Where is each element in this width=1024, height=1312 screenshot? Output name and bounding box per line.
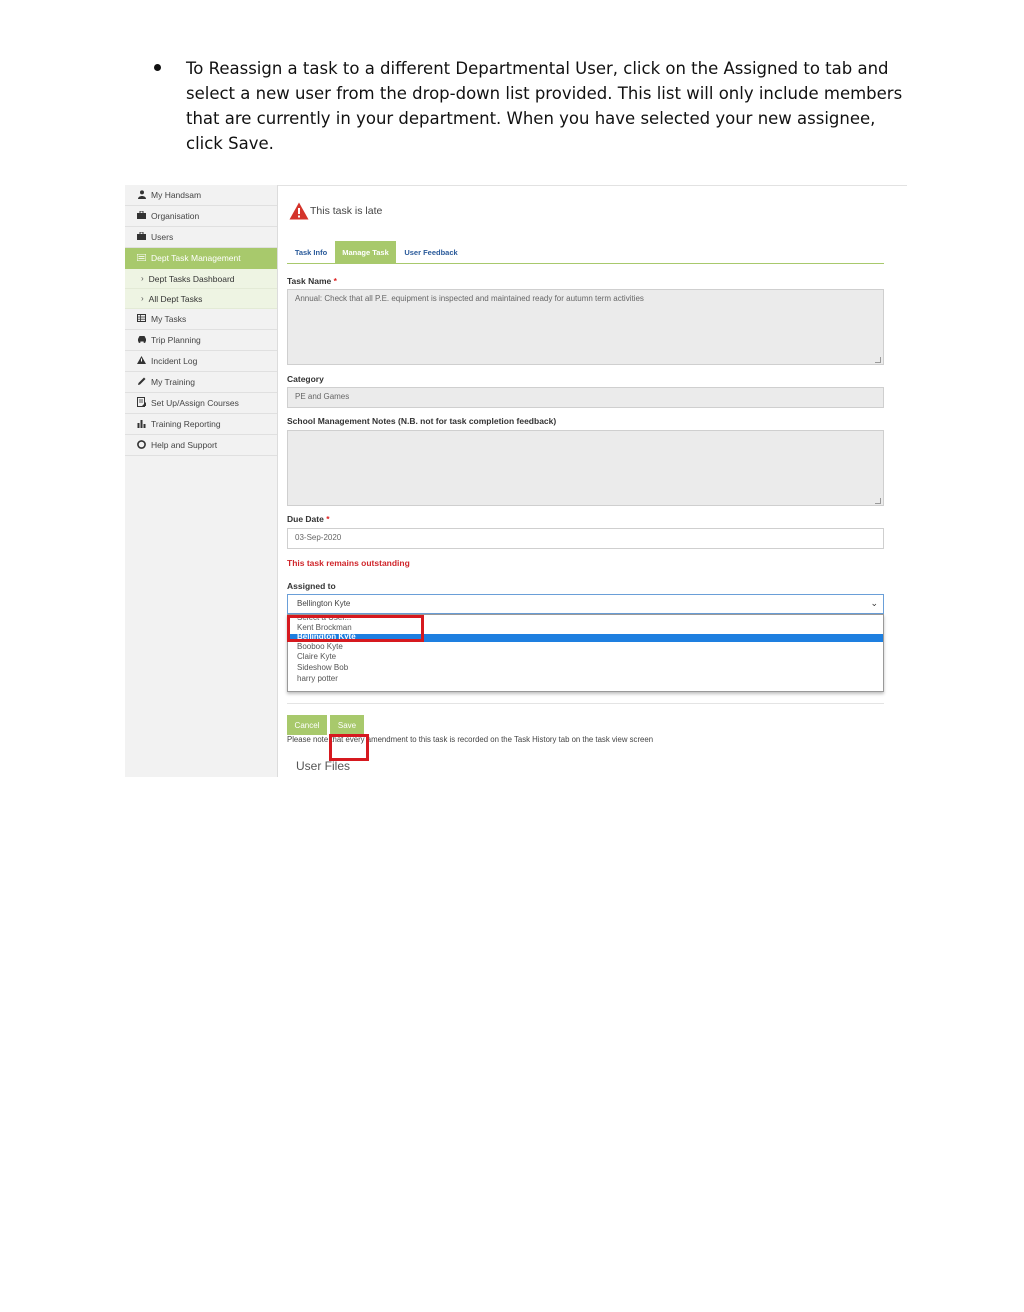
- sidebar-item-label: My Handsam: [151, 190, 202, 200]
- cancel-button[interactable]: Cancel: [287, 715, 327, 735]
- category-value: PE and Games: [295, 392, 350, 401]
- task-name-field[interactable]: Annual: Check that all P.E. equipment is…: [287, 289, 884, 365]
- sidebar-subitem-label: Dept Tasks Dashboard: [148, 273, 235, 284]
- list-icon: [136, 253, 147, 263]
- task-name-label: Task Name *: [287, 276, 337, 286]
- required-asterisk: *: [333, 276, 337, 286]
- save-button[interactable]: Save: [330, 715, 364, 735]
- instruction-bullet: To Reassign a task to a different Depart…: [150, 56, 910, 156]
- sidebar-item-help-and-support[interactable]: Help and Support: [125, 435, 277, 456]
- sidebar-subitem-all-dept-tasks[interactable]: › All Dept Tasks: [125, 289, 277, 309]
- late-alert-text: This task is late: [310, 205, 383, 217]
- sidebar-item-incident-log[interactable]: Incident Log: [125, 351, 277, 372]
- late-alert: This task is late: [289, 202, 382, 220]
- sidebar-item-label: Dept Task Management: [151, 253, 241, 263]
- sidebar-subitem-label: All Dept Tasks: [148, 293, 203, 304]
- sidebar-item-my-tasks[interactable]: My Tasks: [125, 309, 277, 330]
- bar-chart-icon: [136, 419, 147, 430]
- required-asterisk: *: [326, 514, 330, 524]
- sidebar-item-label: Help and Support: [151, 440, 218, 450]
- assigned-to-value: Bellington Kyte: [297, 599, 351, 608]
- briefcase-icon: [136, 210, 147, 221]
- sidebar-item-training-reporting[interactable]: Training Reporting: [125, 414, 277, 435]
- sidebar-item-my-training[interactable]: My Training: [125, 372, 277, 393]
- sidebar-item-label: My Training: [151, 377, 195, 387]
- notes-field[interactable]: [287, 430, 884, 506]
- bullet-point: [154, 64, 161, 71]
- tab-task-info[interactable]: Task Info: [287, 241, 335, 263]
- warning-icon: [136, 356, 147, 366]
- car-icon: [136, 335, 147, 345]
- category-field[interactable]: PE and Games: [287, 387, 884, 408]
- pencil-icon: [136, 377, 147, 388]
- user-icon: [136, 189, 147, 201]
- notes-label: School Management Notes (N.B. not for ta…: [287, 416, 557, 426]
- user-files-heading: User Files: [296, 759, 351, 773]
- task-name-value: Annual: Check that all P.E. equipment is…: [295, 294, 644, 303]
- chevron-right-icon: ›: [141, 294, 144, 303]
- due-date-field[interactable]: 03-Sep-2020: [287, 528, 884, 549]
- instruction-text: To Reassign a task to a different Depart…: [186, 59, 903, 153]
- due-date-label: Due Date *: [287, 514, 330, 524]
- dropdown-option[interactable]: harry potter: [288, 674, 883, 685]
- sidebar-item-users[interactable]: Users: [125, 227, 277, 248]
- resize-handle-icon[interactable]: [875, 357, 881, 363]
- dropdown-option[interactable]: Sideshow Bob: [288, 663, 883, 674]
- sidebar-item-label: Trip Planning: [151, 335, 201, 345]
- sidebar-item-label: My Tasks: [151, 314, 187, 324]
- sidebar-item-trip-planning[interactable]: Trip Planning: [125, 330, 277, 351]
- sidebar-item-label: Users: [151, 232, 174, 242]
- sidebar-item-label: Incident Log: [151, 356, 198, 366]
- sidebar-item-label: Organisation: [151, 211, 200, 221]
- callout-highlight-user-options: [287, 615, 424, 642]
- sidebar-item-dept-task-management[interactable]: Dept Task Management: [125, 248, 277, 269]
- embedded-screenshot: My Handsam Organisation Users Dept Task …: [125, 185, 907, 777]
- sidebar-item-label: Set Up/Assign Courses: [151, 398, 239, 408]
- sidebar-subitem-dept-tasks-dashboard[interactable]: › Dept Tasks Dashboard: [125, 269, 277, 289]
- sidebar-item-set-up-assign-courses[interactable]: Set Up/Assign Courses: [125, 393, 277, 414]
- outstanding-status: This task remains outstanding: [287, 558, 410, 568]
- sidebar-item-organisation[interactable]: Organisation: [125, 206, 277, 227]
- assigned-to-label: Assigned to: [287, 581, 336, 591]
- sidebar: My Handsam Organisation Users Dept Task …: [125, 185, 278, 777]
- lifebuoy-icon: [136, 439, 147, 451]
- main-content: This task is late Task Info Manage Task …: [287, 185, 884, 777]
- sidebar-item-label: Training Reporting: [151, 419, 221, 429]
- tab-user-feedback[interactable]: User Feedback: [396, 241, 466, 263]
- category-label: Category: [287, 374, 324, 384]
- task-tabs: Task Info Manage Task User Feedback: [287, 241, 884, 264]
- tab-manage-task[interactable]: Manage Task: [335, 241, 396, 263]
- callout-highlight-save: [329, 734, 369, 761]
- sidebar-item-my-handsam[interactable]: My Handsam: [125, 185, 277, 206]
- dropdown-option[interactable]: Claire Kyte: [288, 652, 883, 663]
- warning-triangle-icon: [289, 202, 309, 220]
- due-date-value: 03-Sep-2020: [295, 533, 342, 542]
- chevron-down-icon: ⌄: [870, 598, 878, 608]
- resize-handle-icon[interactable]: [875, 498, 881, 504]
- chevron-right-icon: ›: [141, 274, 144, 283]
- briefcase-icon: [136, 231, 147, 242]
- document-icon: [136, 397, 147, 409]
- table-icon: [136, 314, 147, 324]
- assigned-to-select[interactable]: Bellington Kyte ⌄: [287, 594, 884, 614]
- dropdown-option[interactable]: Booboo Kyte: [288, 642, 883, 653]
